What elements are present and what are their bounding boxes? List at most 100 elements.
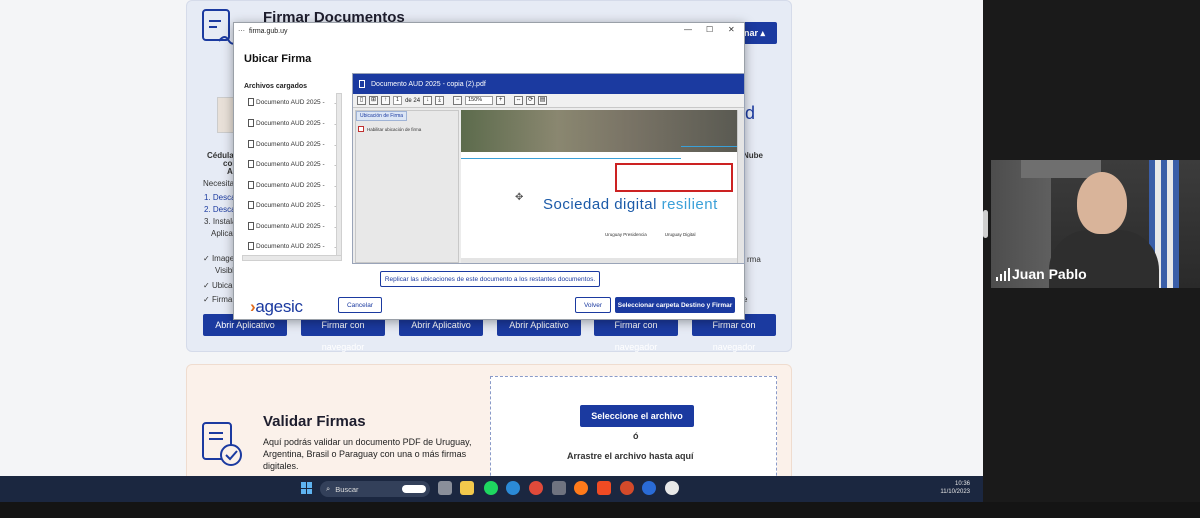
presidencia-logo: Uruguay Presidencia [605,232,647,237]
file-icon [248,140,254,148]
minimize-icon[interactable]: — [684,25,692,34]
file-item[interactable]: Documento AUD 2025 -⊥ [248,135,340,153]
chrome-icon[interactable] [529,481,543,495]
drag-text: Arrastre el archivo hasta aquí [567,451,694,461]
maximize-icon[interactable]: ☐ [706,25,713,34]
clock-time: 10:36 [954,481,970,487]
pdf-page[interactable]: Sociedad digital resilient Uruguay Presi… [461,110,737,260]
edge-icon[interactable] [506,481,520,495]
last-page-icon[interactable]: ⤓ [435,96,445,105]
participant-name: Juan Pablo [1012,266,1087,282]
zoom-out-icon[interactable]: − [453,96,463,105]
enable-signature-location-checkbox[interactable]: Habilitar ubicación de firma [358,124,458,134]
app-icon-red[interactable] [620,481,634,495]
file-icon [248,201,254,209]
dialog-title: Ubicar Firma [244,53,312,65]
validar-text-1: Aquí podrás validar un documento PDF de … [263,437,472,447]
webcam-person-head [1077,172,1127,234]
search-highlight [402,485,426,493]
screen: Firmar Documentos … nar ▴ Cédula con Ap … [0,0,1200,518]
right-fragment-1: rma [747,255,761,264]
zoom-in-icon[interactable]: + [496,96,506,105]
site-icon: ⋯ [238,28,245,35]
validar-text-2: Argentina, Brasil o Paraguay con una o m… [263,449,467,459]
check-2: ✓ Ubica [203,281,233,290]
file-item[interactable]: Documento AUD 2025 -⊥ [248,237,340,255]
file-icon [248,98,254,106]
file-icon [248,181,254,189]
close-icon[interactable]: ✕ [728,25,735,34]
file-item[interactable]: Documento AUD 2025 -⊥ [248,93,340,111]
page-vscrollbar[interactable] [737,110,744,263]
uruguay-digital-logo: Uruguay Digital [664,232,696,237]
spotify-icon[interactable] [484,481,498,495]
layout-icon[interactable]: ▤ [538,96,548,105]
pdf-viewer: Documento AUD 2025 - copia (2).pdf ▯ ⊞ ↑… [352,73,745,264]
files-hscrollbar[interactable] [242,255,342,261]
select-file-button[interactable]: Seleccione el archivo [580,405,694,427]
page-total: de 24 [405,97,421,104]
files-scrollbar[interactable] [336,93,342,259]
validar-heading: Validar Firmas [263,413,366,430]
zoom-select[interactable]: 150% [465,96,494,105]
fit-page-icon[interactable]: ⊞ [369,96,378,105]
select-destination-sign-button[interactable]: Seleccionar carpeta Destino y Firmar [615,297,735,313]
taskbar-search[interactable]: ⌕ Buscar [320,481,430,497]
tab-signature-location[interactable]: Ubicación de Firma [356,111,408,121]
file-item[interactable]: Documento AUD 2025 -⊥ [248,114,340,132]
validar-card: Validar Firmas Aquí podrás validar un do… [186,364,792,476]
signal-strength-icon [996,268,1010,281]
files-list: Documento AUD 2025 -⊥ Documento AUD 2025… [242,93,344,263]
app-icon-light[interactable] [665,481,679,495]
checkbox-box[interactable] [358,126,364,132]
file-item[interactable]: Documento AUD 2025 -⊥ [248,196,340,214]
replicate-locations-button[interactable]: Replicar las ubicaciones de este documen… [380,271,600,287]
file-item[interactable]: Documento AUD 2025 -⊥ [248,176,340,194]
file-icon [248,160,254,168]
viewer-title: Documento AUD 2025 - copia (2).pdf [371,80,486,88]
viewer-header: Documento AUD 2025 - copia (2).pdf [353,74,744,94]
file-icon [248,242,254,250]
back-button[interactable]: Volver [575,297,611,313]
nube-heading-fragment: Nube [743,151,763,160]
previous-page-icon[interactable]: ↑ [381,96,390,105]
validar-text-3: digitales. [263,461,299,471]
file-explorer-icon[interactable] [460,481,474,495]
step-3-sub: Aplicat [211,229,236,238]
firefox-icon[interactable] [574,481,588,495]
file-item[interactable]: Documento AUD 2025 -⊥ [248,217,340,235]
viewer-toolbar: ▯ ⊞ ↑ 1 de 24 ↓ ⤓ − 150% + ⇔ ⟳ ▤ [353,94,744,108]
next-page-icon[interactable]: ↓ [423,96,433,105]
pdf-file-icon [359,80,365,88]
cancel-button[interactable]: Cancelar [338,297,382,313]
start-icon[interactable] [301,482,313,494]
signature-location-panel: Ubicación de Firma Habilitar ubicación d… [355,110,459,263]
page-line-accent [681,146,737,147]
files-label: Archivos cargados [244,83,308,90]
necesitar-text: Necesitar [203,179,237,188]
agesic-logo: ›agesic [250,297,303,316]
file-icon [248,119,254,127]
validate-document-icon [202,422,242,466]
page-logos: Uruguay Presidencia Uruguay Digital [605,232,696,237]
taskbar-clock[interactable]: 10:36 11/10/2023 [928,480,970,496]
move-cursor-icon: ✥ [515,192,524,203]
signature-location-box[interactable] [615,163,733,192]
dialog-url: firma.gub.uy [249,27,288,35]
brave-icon[interactable] [597,481,611,495]
search-icon: ⌕ [326,484,331,493]
rotate-icon[interactable]: ⟳ [526,96,536,105]
task-view-icon[interactable] [438,481,452,495]
ubicar-firma-dialog: ⋯ firma.gub.uy — ☐ ✕ Ubicar Firma Archiv… [233,22,745,320]
page-number-input[interactable]: 1 [393,96,403,105]
file-item[interactable]: Documento AUD 2025 -⊥ [248,155,340,173]
sidebar-toggle-icon[interactable]: ▯ [357,96,366,105]
meet-icon[interactable] [642,481,656,495]
bottom-bar [0,502,1200,518]
fit-width-icon[interactable]: ⇔ [514,96,524,105]
pdf-page-area[interactable]: Sociedad digital resilient Uruguay Presi… [461,110,744,263]
store-icon[interactable] [552,481,566,495]
page-hscrollbar[interactable] [461,258,737,263]
split-view-handle[interactable] [983,210,988,238]
page-heading: Sociedad digital resilient [543,196,718,213]
